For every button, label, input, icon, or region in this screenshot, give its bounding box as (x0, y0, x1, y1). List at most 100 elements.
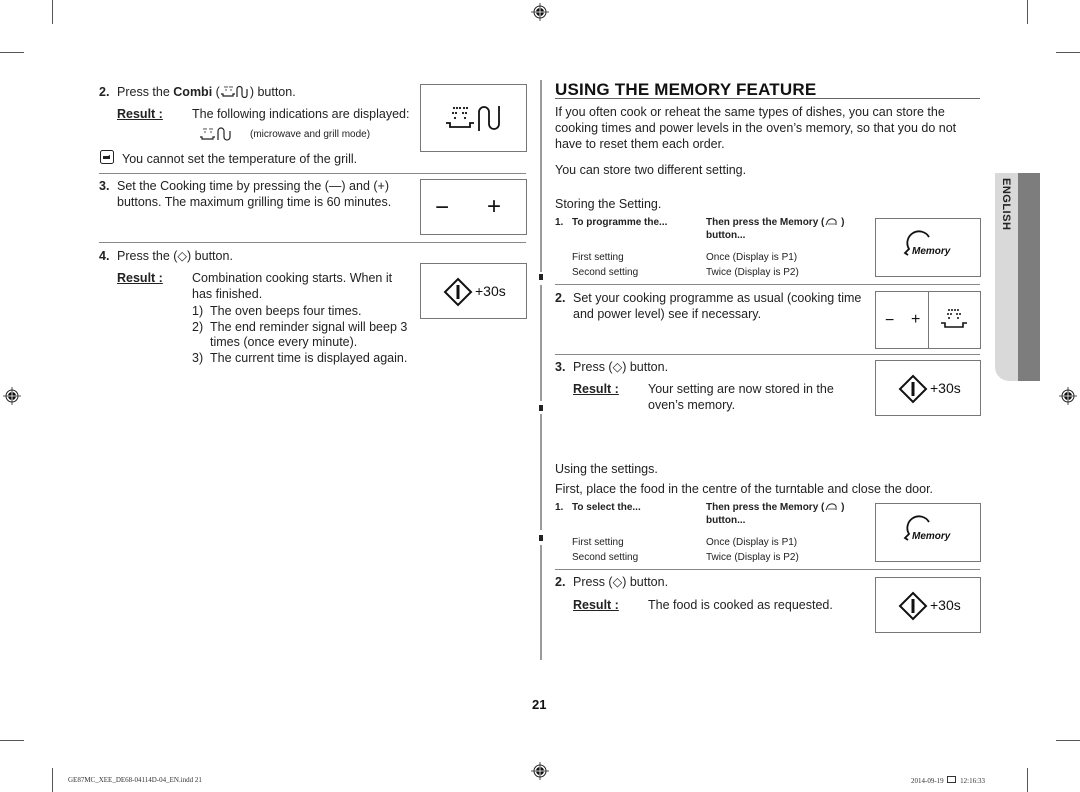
crop-mark (0, 52, 24, 53)
footer-file: GE87MC_XEE_DE68-04114D-04_EN.indd 21 (68, 776, 202, 784)
storing-step3-text: 3. Press (◇) button. (555, 360, 669, 374)
divider (555, 284, 980, 285)
table-row: Second setting Twice (Display is P2) (572, 267, 799, 278)
list-item: times (once every minute). (210, 335, 358, 349)
column-divider (540, 285, 542, 401)
crop-mark (1056, 52, 1080, 53)
microwave-icon (941, 309, 967, 328)
result-text: Your setting are now stored in the oven’… (648, 382, 834, 412)
display-memory-box: Memory (875, 218, 981, 277)
box-divider (928, 292, 929, 348)
footer-timestamp: 2014-09-19 12:16:33 (911, 776, 985, 785)
registration-mark-icon (531, 762, 549, 780)
plus-icon: + (911, 311, 921, 328)
registration-mark-icon (1059, 387, 1077, 405)
column-divider (540, 80, 542, 272)
using-table: First setting Once (Display is P1) Second… (572, 536, 799, 564)
column-marker (539, 274, 543, 280)
title-rule (555, 98, 980, 99)
display-start-box: +30s (875, 577, 981, 633)
intro-paragraph: If you often cook or reheat the same typ… (555, 105, 957, 151)
storing-step2-text: 2. Set your cooking programme as usual (c… (555, 291, 862, 321)
memory-head-icon (825, 218, 837, 226)
left-step2-line: 2. Press the Combi () button. (99, 85, 296, 99)
storing-heading: Storing the Setting. (555, 197, 662, 211)
using-step2-text: 2. Press (◇) button. (555, 575, 669, 589)
display-start-box: +30s (875, 360, 981, 416)
crop-mark (52, 0, 53, 24)
table-row: First setting Once (Display is P1) (572, 252, 798, 263)
page-number: 21 (532, 697, 547, 712)
memory-label: Memory (912, 246, 951, 257)
display-combi-box (420, 84, 527, 152)
crop-mark (52, 768, 53, 792)
list-item: 3) The current time is displayed again. (192, 350, 408, 365)
page-title: USING THE MEMORY FEATURE (555, 80, 817, 99)
plus-30s-label: +30s (475, 283, 506, 299)
column-divider (540, 414, 542, 530)
divider (555, 569, 980, 570)
display-memory-box: Memory (875, 503, 981, 562)
registration-mark-icon (3, 387, 21, 405)
language-tab-label: ENGLISH (1000, 178, 1012, 231)
left-step4-text: 4. Press the (◇) button. (99, 249, 233, 263)
crop-mark (1027, 768, 1028, 792)
footer-date: 2014-09-19 (911, 777, 944, 785)
crop-mark (1056, 740, 1080, 741)
microwave-grill-icon (200, 127, 231, 141)
column-marker (539, 535, 543, 541)
result-label: Result : (117, 271, 163, 285)
display-start-box: +30s (420, 263, 527, 319)
table-row: Second setting Twice (Display is P2) (572, 552, 799, 563)
result-label: Result : (573, 382, 619, 396)
result-text: The food is cooked as requested. (648, 598, 833, 612)
list-item: 2) The end reminder signal will beep 3 (192, 319, 408, 334)
combi-label: Combi (173, 85, 213, 99)
divider (99, 173, 526, 174)
table-row: First setting Once (Display is P1) (572, 537, 798, 548)
start-diamond-icon (898, 591, 928, 621)
memory-label: Memory (912, 531, 951, 542)
storing-col1-header: 1. To programme the... (555, 217, 668, 228)
registration-mark-icon (531, 3, 549, 21)
plus-30s-label: +30s (930, 380, 961, 396)
memory-head-icon (825, 503, 837, 511)
using-heading: Using the settings. (555, 462, 658, 476)
display-minus-plus-box: − + (420, 179, 527, 235)
mode-note: (microwave and grill mode) (250, 129, 371, 140)
clock-icon (947, 776, 957, 783)
plus-30s-label: +30s (930, 597, 961, 613)
footer-time: 12:16:33 (960, 777, 986, 785)
crop-mark (1027, 0, 1028, 24)
result-label: Result : (573, 598, 619, 612)
microwave-grill-icon (446, 106, 500, 131)
using-col2-header: Then press the Memory ( ) button... (706, 502, 845, 526)
step-number: 2. (99, 85, 110, 99)
start-diamond-icon (443, 277, 473, 307)
storing-col2-header: Then press the Memory ( ) button... (706, 217, 845, 241)
note-hand-icon (100, 150, 114, 164)
minus-icon: − (885, 312, 895, 329)
divider (99, 242, 526, 243)
language-tab-dark (1018, 173, 1040, 381)
start-diamond-icon (898, 374, 928, 404)
note-text: You cannot set the temperature of the gr… (122, 152, 358, 166)
storing-table: First setting Once (Display is P1) Second… (572, 251, 799, 279)
using-intro: First, place the food in the centre of t… (555, 482, 934, 496)
minus-icon: − (435, 194, 450, 221)
plus-icon: + (487, 193, 502, 220)
list-item: 1) The oven beeps four times. (192, 304, 362, 318)
crop-mark (0, 740, 24, 741)
result-text: Combination cooking starts. When it has … (192, 271, 393, 301)
result-label: Result : (117, 107, 163, 121)
display-program-box: − + (875, 291, 981, 349)
using-col1-header: 1. To select the... (555, 502, 641, 513)
column-divider (540, 545, 542, 660)
result-text: The following indications are displayed: (192, 107, 410, 121)
result-list: 1) The oven beeps four times. 2) The end r… (192, 304, 407, 366)
combi-icon (220, 85, 248, 99)
store-two-text: You can store two different setting. (555, 163, 747, 177)
left-step3-text: 3. Set the Cooking time by pressing the (… (99, 179, 392, 209)
divider (555, 354, 980, 355)
column-marker (539, 405, 543, 411)
